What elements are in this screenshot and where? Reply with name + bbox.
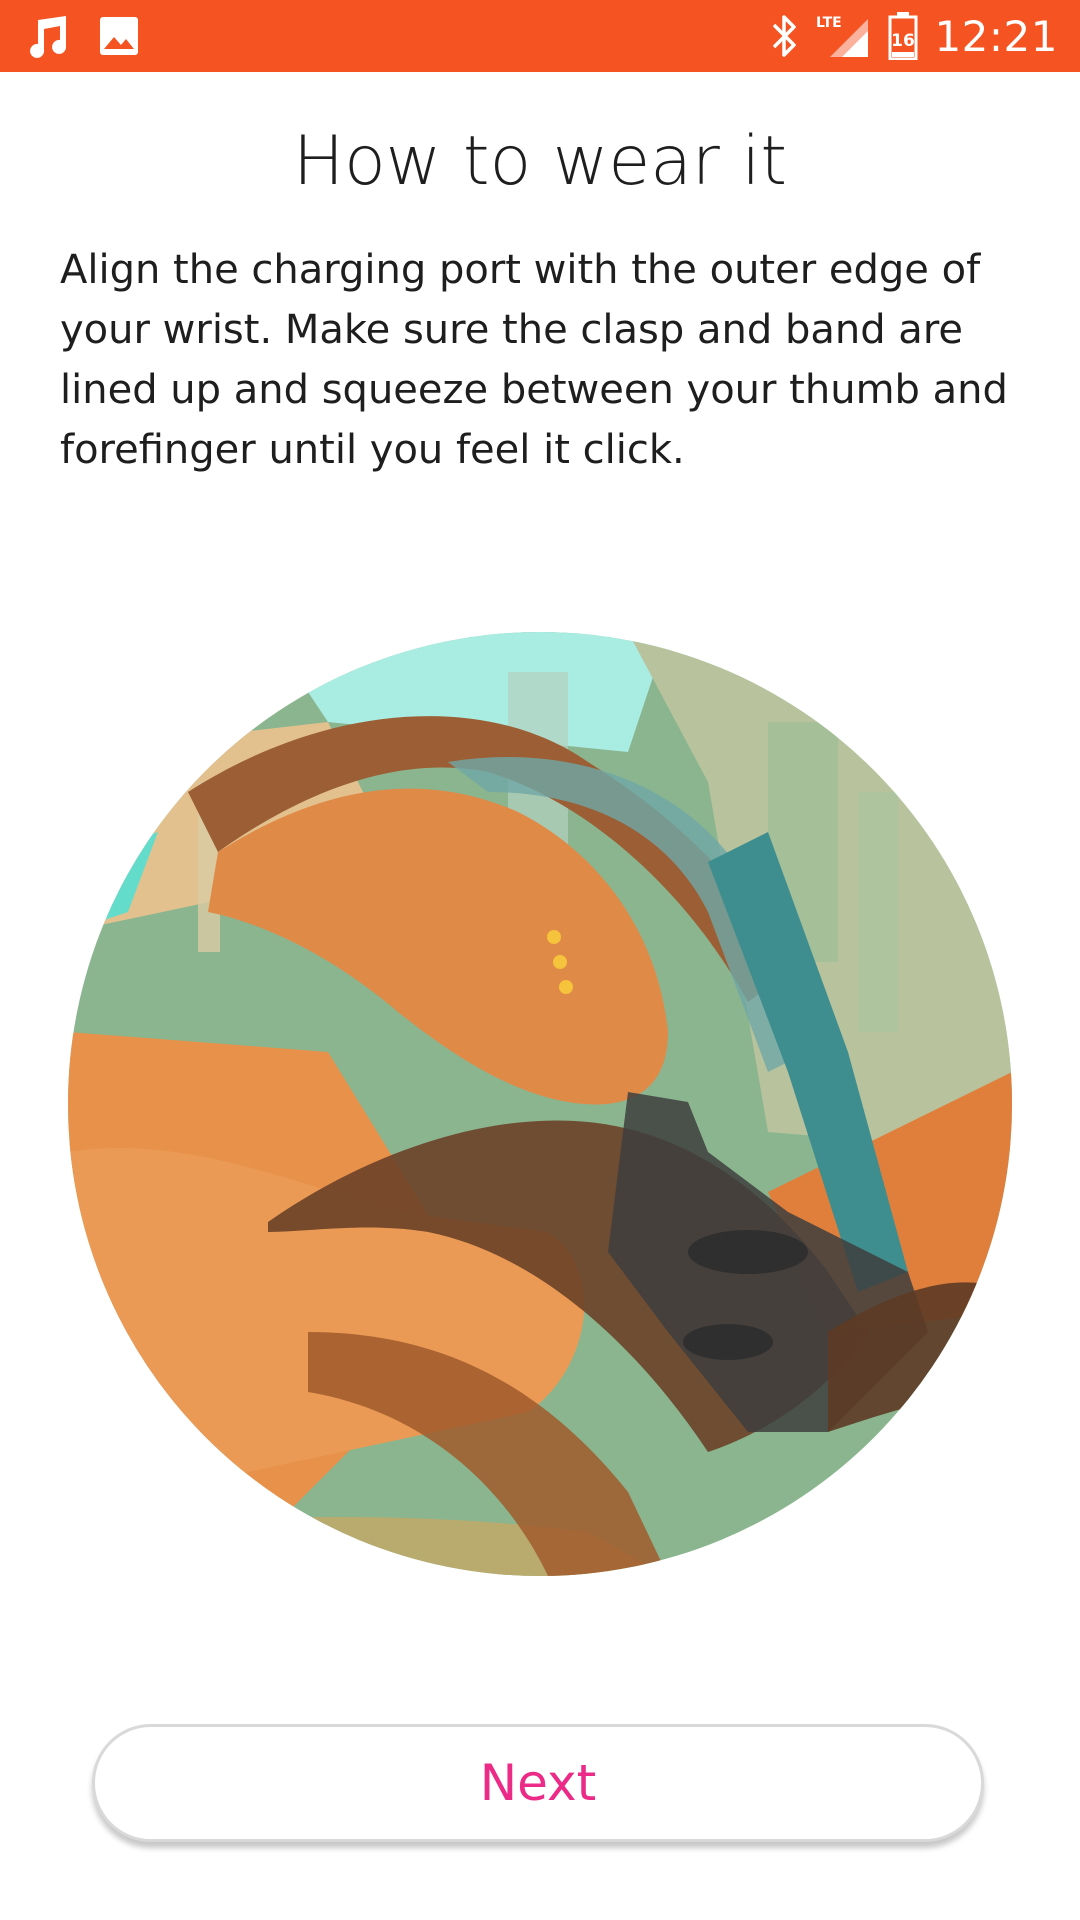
svg-text:16: 16 [892,31,916,51]
status-time: 12:21 [934,11,1058,61]
music-note-icon [28,14,72,58]
bluetooth-icon [770,13,800,59]
svg-text:LTE: LTE [816,15,842,31]
wear-illustration [68,632,1012,1576]
battery-icon: 16 [888,12,918,60]
image-icon [98,15,140,57]
page-title: How to wear it [292,122,788,201]
notification-icons [28,12,140,60]
instruction-text: Align the charging port with the outer e… [60,247,1008,473]
lte-signal-icon: LTE [816,13,872,59]
system-icons: LTE 16 12:21 [770,0,1058,72]
next-button[interactable]: Next [92,1724,984,1842]
status-bar: LTE 16 12:21 [0,0,1080,72]
